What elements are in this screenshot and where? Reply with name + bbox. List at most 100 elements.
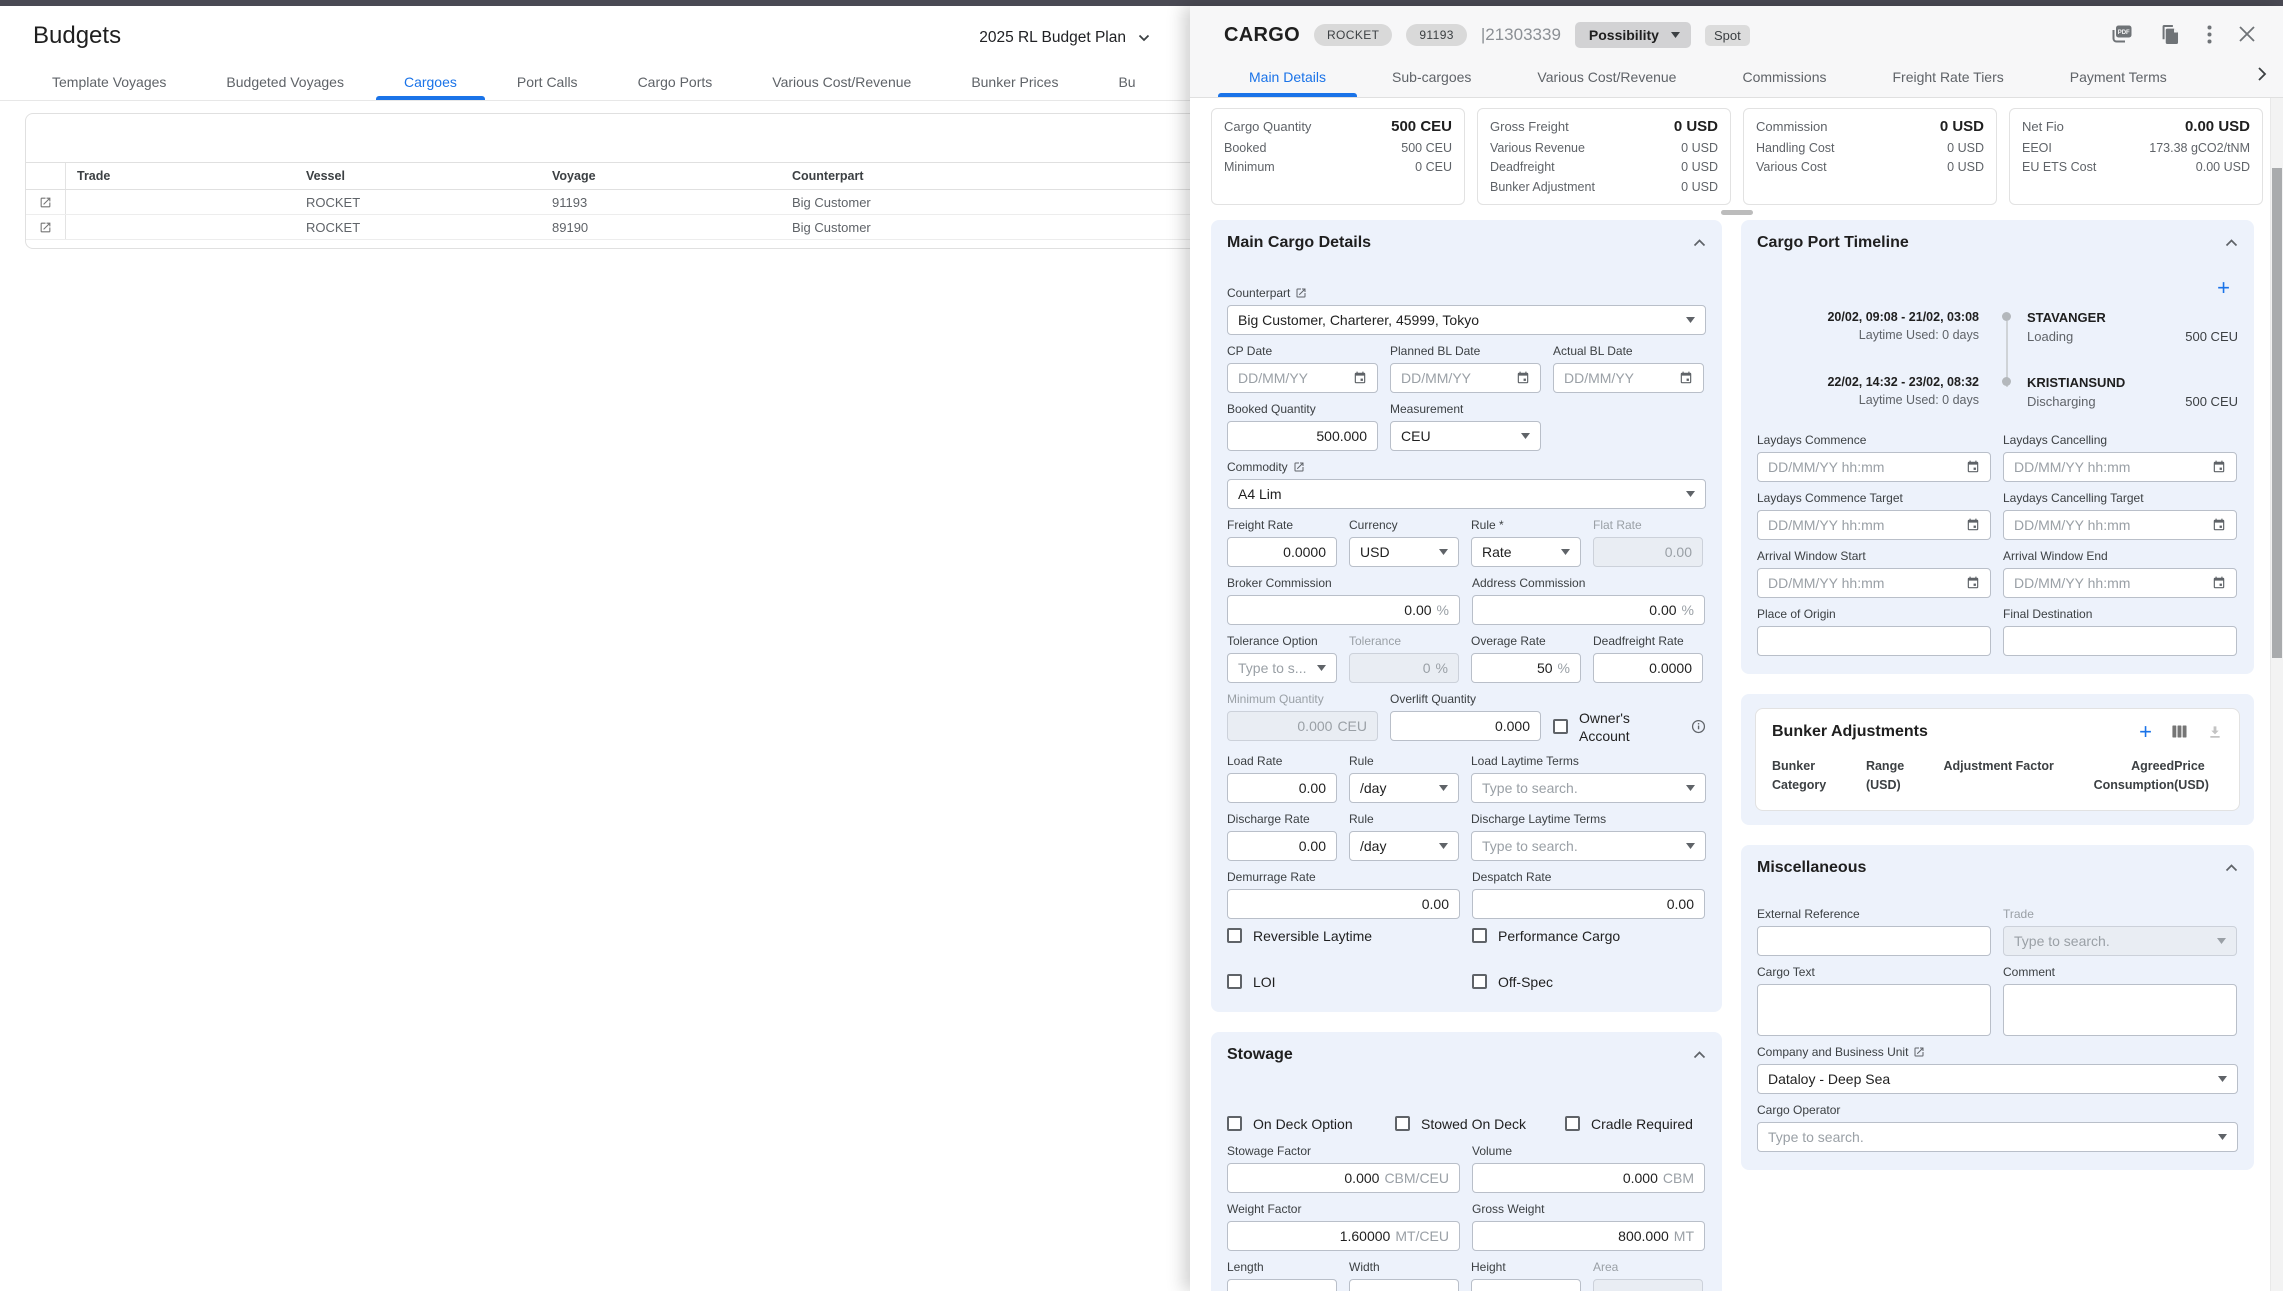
checkbox-box[interactable]	[1395, 1116, 1410, 1131]
collapse-chevron-icon[interactable]	[2225, 239, 2238, 247]
checkbox-box[interactable]	[1472, 974, 1487, 989]
booked-quantity-input[interactable]: 500.000	[1227, 421, 1378, 451]
tab-main-details[interactable]: Main Details	[1216, 57, 1359, 97]
laydays-cancelling-target-input[interactable]: DD/MM/YY hh:mm	[2003, 510, 2237, 540]
checkbox-loi[interactable]: LOI	[1227, 974, 1472, 990]
calendar-icon[interactable]	[2212, 460, 2226, 474]
panel-drag-handle[interactable]	[1721, 210, 1753, 215]
demurrage-rate-input[interactable]: 0.00	[1227, 889, 1460, 919]
collapse-chevron-icon[interactable]	[1693, 1051, 1706, 1059]
load-laytime-terms-select[interactable]: Type to search.	[1471, 773, 1706, 803]
collapse-chevron-icon[interactable]	[2225, 864, 2238, 872]
tabs-overflow-chevron-icon[interactable]	[2257, 66, 2267, 82]
cp-date-input[interactable]: DD/MM/YY	[1227, 363, 1378, 393]
discharge-laytime-terms-select[interactable]: Type to search.	[1471, 831, 1706, 861]
checkbox-box[interactable]	[1472, 928, 1487, 943]
checkbox-box[interactable]	[1227, 974, 1242, 989]
discharge-rule-select[interactable]: /day	[1349, 831, 1459, 861]
calendar-icon[interactable]	[2212, 576, 2226, 590]
length-input[interactable]	[1227, 1279, 1337, 1291]
timeline-entry[interactable]: 20/02, 09:08 - 21/02, 03:08 Laytime Used…	[1757, 310, 2238, 344]
place-of-origin-input[interactable]	[1757, 626, 1991, 656]
volume-input[interactable]: 0.000CBM	[1472, 1163, 1705, 1193]
gross-weight-input[interactable]: 800.000MT	[1472, 1221, 1705, 1251]
tab-template-voyages[interactable]: Template Voyages	[22, 64, 196, 100]
measurement-select[interactable]: CEU	[1390, 421, 1541, 451]
checkbox-cradle-required[interactable]: Cradle Required	[1565, 1116, 1693, 1132]
address-commission-input[interactable]: 0.00%	[1472, 595, 1705, 625]
checkbox-box[interactable]	[1553, 719, 1568, 734]
columns-icon[interactable]	[2171, 724, 2188, 739]
commodity-select[interactable]: A4 Lim	[1227, 479, 1706, 509]
checkbox-owners-account[interactable]: Owner's Account	[1553, 709, 1659, 745]
close-icon[interactable]	[2239, 26, 2255, 42]
final-destination-input[interactable]	[2003, 626, 2237, 656]
load-rule-select[interactable]: /day	[1349, 773, 1459, 803]
checkbox-performance-cargo[interactable]: Performance Cargo	[1472, 928, 1620, 944]
counterpart-select[interactable]: Big Customer, Charterer, 45999, Tokyo	[1227, 305, 1706, 335]
laydays-commence-target-input[interactable]: DD/MM/YY hh:mm	[1757, 510, 1991, 540]
calendar-icon[interactable]	[1966, 576, 1980, 590]
arrival-window-end-input[interactable]: DD/MM/YY hh:mm	[2003, 568, 2237, 598]
calendar-icon[interactable]	[1353, 371, 1367, 385]
cargo-text-input[interactable]	[1757, 984, 1991, 1036]
overage-rate-input[interactable]: 50%	[1471, 653, 1581, 683]
scrollbar-thumb[interactable]	[2272, 168, 2282, 658]
height-input[interactable]	[1471, 1279, 1581, 1291]
tab-cargoes[interactable]: Cargoes	[374, 64, 487, 100]
company-business-unit-select[interactable]: Dataloy - Deep Sea	[1757, 1064, 2238, 1094]
checkbox-box[interactable]	[1227, 928, 1242, 943]
download-icon[interactable]	[2207, 724, 2223, 740]
tab-cargo-ports[interactable]: Cargo Ports	[608, 64, 743, 100]
calendar-icon[interactable]	[2212, 518, 2226, 532]
export-pdf-icon[interactable]: PDF	[2110, 23, 2134, 45]
calendar-icon[interactable]	[1516, 371, 1530, 385]
collapse-chevron-icon[interactable]	[1693, 239, 1706, 247]
rule-select[interactable]: Rate	[1471, 537, 1581, 567]
status-dropdown[interactable]: Possibility	[1575, 22, 1691, 48]
table-row[interactable]: ROCKET 91193 Big Customer	[26, 190, 1190, 215]
checkbox-box[interactable]	[1565, 1116, 1580, 1131]
checkbox-on-deck-option[interactable]: On Deck Option	[1227, 1116, 1395, 1132]
calendar-icon[interactable]	[1966, 518, 1980, 532]
open-in-new-icon[interactable]	[1913, 1046, 1925, 1058]
table-row[interactable]: ROCKET 89190 Big Customer	[26, 215, 1190, 240]
tolerance-option-select[interactable]: Type to s...	[1227, 653, 1337, 683]
open-in-new-icon[interactable]	[1293, 461, 1305, 473]
load-rate-input[interactable]: 0.00	[1227, 773, 1337, 803]
tab-various-cost-revenue-panel[interactable]: Various Cost/Revenue	[1504, 57, 1709, 97]
tab-truncated[interactable]: Bu	[1088, 64, 1165, 100]
tab-various-cost-revenue[interactable]: Various Cost/Revenue	[742, 64, 941, 100]
comment-input[interactable]	[2003, 984, 2237, 1036]
tab-freight-rate-tiers[interactable]: Freight Rate Tiers	[1859, 57, 2036, 97]
calendar-icon[interactable]	[1679, 371, 1693, 385]
discharge-rate-input[interactable]: 0.00	[1227, 831, 1337, 861]
open-row-button[interactable]	[26, 190, 66, 214]
tab-commissions[interactable]: Commissions	[1709, 57, 1859, 97]
external-reference-input[interactable]	[1757, 926, 1991, 956]
tab-budgeted-voyages[interactable]: Budgeted Voyages	[196, 64, 374, 100]
checkbox-stowed-on-deck[interactable]: Stowed On Deck	[1395, 1116, 1565, 1132]
kebab-menu-icon[interactable]	[2207, 25, 2212, 44]
open-in-new-icon[interactable]	[1295, 287, 1307, 299]
actual-bl-date-input[interactable]: DD/MM/YY	[1553, 363, 1704, 393]
despatch-rate-input[interactable]: 0.00	[1472, 889, 1705, 919]
calendar-icon[interactable]	[1966, 460, 1980, 474]
checkbox-reversible-laytime[interactable]: Reversible Laytime	[1227, 928, 1472, 944]
add-port-call-button[interactable]: +	[2217, 278, 2230, 298]
overlift-quantity-input[interactable]: 0.000	[1390, 711, 1541, 741]
cargo-operator-select[interactable]: Type to search.	[1757, 1122, 2238, 1152]
arrival-window-start-input[interactable]: DD/MM/YY hh:mm	[1757, 568, 1991, 598]
checkbox-off-spec[interactable]: Off-Spec	[1472, 974, 1553, 990]
add-bunker-adjustment-button[interactable]: +	[2139, 722, 2152, 742]
tab-payment-terms[interactable]: Payment Terms	[2037, 57, 2200, 97]
timeline-entry[interactable]: 22/02, 14:32 - 23/02, 08:32 Laytime Used…	[1757, 375, 2238, 409]
broker-commission-input[interactable]: 0.00%	[1227, 595, 1460, 625]
tab-bunker-prices[interactable]: Bunker Prices	[941, 64, 1088, 100]
checkbox-box[interactable]	[1227, 1116, 1242, 1131]
currency-select[interactable]: USD	[1349, 537, 1459, 567]
info-icon[interactable]	[1691, 719, 1706, 734]
stowage-factor-input[interactable]: 0.000CBM/CEU	[1227, 1163, 1460, 1193]
width-input[interactable]	[1349, 1279, 1459, 1291]
laydays-cancelling-input[interactable]: DD/MM/YY hh:mm	[2003, 452, 2237, 482]
